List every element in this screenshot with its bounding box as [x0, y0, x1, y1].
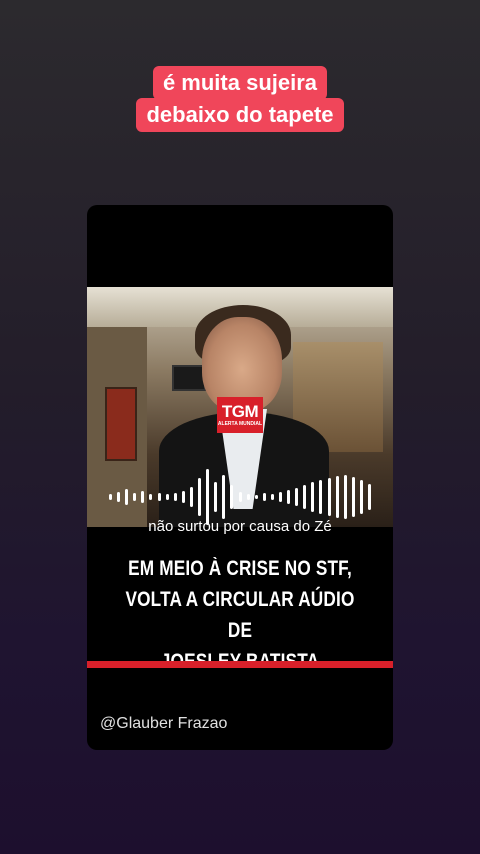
waveform-bar	[359, 480, 363, 514]
waveform-bar	[133, 493, 137, 501]
waveform-bar	[246, 494, 250, 500]
headline-line-1: EM MEIO À CRISE NO STF,	[128, 557, 352, 580]
waveform-bar	[343, 475, 347, 519]
waveform-bar	[311, 482, 315, 512]
headline: EM MEIO À CRISE NO STF, VOLTA A CIRCULAR…	[123, 553, 358, 677]
author-handle[interactable]: @Glauber Frazao	[100, 715, 227, 733]
waveform-bar	[230, 485, 234, 509]
waveform-bar	[157, 493, 161, 501]
red-divider	[87, 661, 393, 668]
caption-line-2: debaixo do tapete	[136, 98, 344, 132]
waveform-bar	[238, 492, 242, 502]
waveform-bar	[270, 494, 274, 500]
waveform-bar	[351, 477, 355, 517]
waveform-bar	[327, 478, 331, 516]
waveform-bar	[125, 489, 129, 505]
caption-overlay: é muita sujeira debaixo do tapete	[0, 66, 480, 132]
waveform-bar	[117, 492, 121, 502]
audio-subtitle: não surtou por causa do Zé	[148, 518, 332, 535]
waveform-bar	[222, 475, 226, 519]
waveform-bar	[303, 485, 307, 509]
photo-painting	[105, 387, 137, 461]
waveform-bar	[149, 494, 153, 500]
caption-line-1: é muita sujeira	[152, 66, 328, 100]
waveform-bar	[173, 493, 177, 501]
waveform-bar	[141, 491, 145, 503]
photo-tv	[172, 365, 206, 391]
waveform-bar	[165, 494, 169, 500]
waveform-bar	[295, 488, 299, 506]
waveform-bar	[262, 493, 266, 501]
waveform-bar	[198, 478, 202, 516]
logo-main-text: TGM	[221, 401, 259, 421]
headline-line-2: VOLTA A CIRCULAR AÚDIO DE	[125, 588, 355, 642]
waveform-bar	[189, 487, 193, 507]
video-card[interactable]: TGM ALERTA MUNDIAL não surtou por causa …	[87, 205, 393, 750]
waveform-bar	[287, 490, 291, 504]
waveform-bar	[278, 492, 282, 502]
waveform-bar	[214, 482, 218, 512]
waveform-bar	[181, 491, 185, 503]
waveform-bar	[335, 476, 339, 518]
tgm-logo: TGM ALERTA MUNDIAL	[217, 397, 263, 433]
logo-sub-text: ALERTA MUNDIAL	[217, 420, 263, 427]
waveform-bar	[319, 480, 323, 514]
waveform-bar	[109, 494, 112, 500]
waveform-bar	[206, 469, 210, 525]
waveform-bar	[368, 484, 371, 510]
waveform-bar	[254, 495, 258, 499]
